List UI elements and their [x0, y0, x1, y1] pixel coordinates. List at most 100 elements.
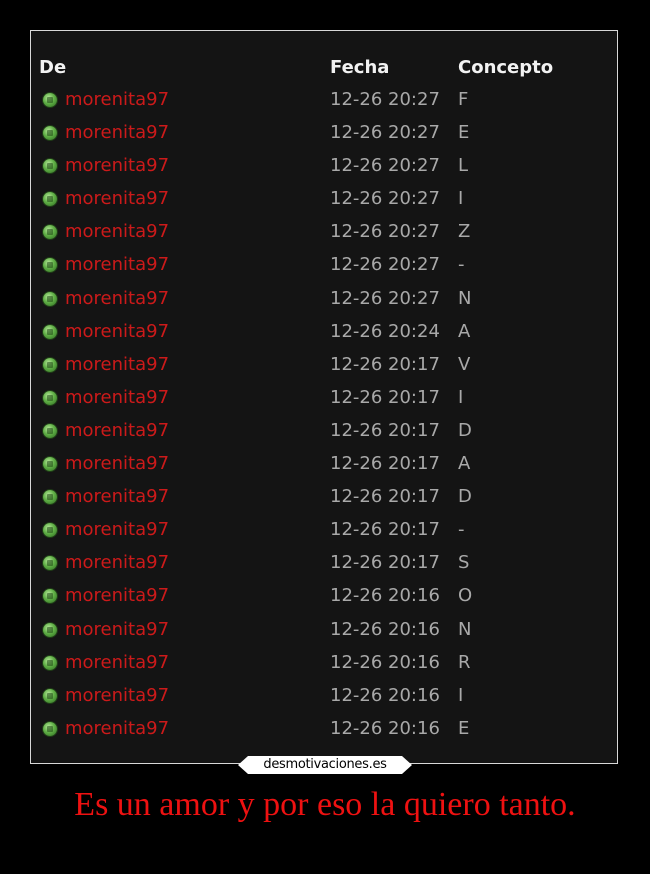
message-date: 12-26 20:27 [330, 155, 440, 177]
sender-link[interactable]: morenita97 [65, 285, 169, 313]
sender-link[interactable]: morenita97 [65, 218, 169, 246]
sender-link[interactable]: morenita97 [65, 417, 169, 445]
message-concept[interactable]: N [458, 616, 471, 644]
message-concept[interactable]: E [458, 715, 469, 743]
message-date: 12-26 20:17 [330, 519, 440, 541]
online-status-icon [43, 225, 57, 240]
message-date: 12-26 20:16 [330, 618, 440, 640]
table-row[interactable]: morenita97 12-26 20:16 E [32, 715, 616, 748]
online-status-icon [43, 622, 57, 637]
online-status-icon [43, 291, 57, 306]
table-row[interactable]: morenita97 12-26 20:27 I [32, 185, 616, 218]
message-date: 12-26 20:17 [330, 386, 440, 408]
sender-link[interactable]: morenita97 [65, 185, 169, 213]
sender-link[interactable]: morenita97 [65, 616, 169, 644]
message-concept[interactable]: O [458, 582, 472, 610]
message-date: 12-26 20:16 [330, 585, 440, 607]
online-status-icon [43, 258, 57, 273]
message-concept[interactable]: A [458, 450, 470, 478]
table-row[interactable]: morenita97 12-26 20:17 S [32, 549, 616, 582]
message-concept[interactable]: D [458, 417, 472, 445]
table-row[interactable]: morenita97 12-26 20:27 E [32, 119, 616, 152]
message-concept[interactable]: - [458, 516, 465, 544]
table-row[interactable]: morenita97 12-26 20:27 Z [32, 218, 616, 251]
watermark-logo: desmotivaciones.es [238, 756, 412, 774]
watermark-text: desmotivaciones.es [263, 757, 387, 772]
sender-link[interactable]: morenita97 [65, 715, 169, 743]
table-row[interactable]: morenita97 12-26 20:16 O [32, 582, 616, 615]
column-header-fecha[interactable]: Fecha [330, 56, 389, 80]
sender-link[interactable]: morenita97 [65, 549, 169, 577]
message-concept[interactable]: I [458, 185, 463, 213]
message-concept[interactable]: D [458, 483, 472, 511]
sender-link[interactable]: morenita97 [65, 384, 169, 412]
message-concept[interactable]: L [458, 152, 468, 180]
table-row[interactable]: morenita97 12-26 20:17 I [32, 384, 616, 417]
table-row[interactable]: morenita97 12-26 20:16 I [32, 682, 616, 715]
table-row[interactable]: morenita97 12-26 20:16 R [32, 649, 616, 682]
online-status-icon [43, 556, 57, 571]
message-date: 12-26 20:27 [330, 122, 440, 144]
message-date: 12-26 20:16 [330, 651, 440, 673]
sender-link[interactable]: morenita97 [65, 682, 169, 710]
online-status-icon [43, 457, 57, 472]
sender-link[interactable]: morenita97 [65, 351, 169, 379]
message-concept[interactable]: I [458, 682, 463, 710]
online-status-icon [43, 324, 57, 339]
table-row[interactable]: morenita97 12-26 20:17 V [32, 351, 616, 384]
message-concept[interactable]: Z [458, 218, 470, 246]
sender-link[interactable]: morenita97 [65, 119, 169, 147]
sender-link[interactable]: morenita97 [65, 483, 169, 511]
message-list: morenita97 12-26 20:27 Fmorenita97 12-26 20… [32, 86, 616, 748]
message-concept[interactable]: V [458, 351, 470, 379]
table-row[interactable]: morenita97 12-26 20:17 D [32, 417, 616, 450]
table-row[interactable]: morenita97 12-26 20:24 A [32, 318, 616, 351]
table-row[interactable]: morenita97 12-26 20:27- [32, 251, 616, 284]
table-row[interactable]: morenita97 12-26 20:27 L [32, 152, 616, 185]
sender-link[interactable]: morenita97 [65, 516, 169, 544]
table-row[interactable]: morenita97 12-26 20:27 F [32, 86, 616, 119]
sender-link[interactable]: morenita97 [65, 318, 169, 346]
message-date: 12-26 20:27 [330, 287, 440, 309]
message-concept[interactable]: - [458, 251, 465, 279]
online-status-icon [43, 192, 57, 207]
message-concept[interactable]: A [458, 318, 470, 346]
message-concept[interactable]: S [458, 549, 469, 577]
screenshot-frame: De Fecha Concepto morenita97 12-26 20:27 F… [30, 30, 618, 764]
sender-link[interactable]: morenita97 [65, 152, 169, 180]
online-status-icon [43, 589, 57, 604]
column-header-concepto[interactable]: Concepto [458, 56, 553, 80]
online-status-icon [43, 93, 57, 107]
column-header-de[interactable]: De [39, 56, 66, 80]
sender-link[interactable]: morenita97 [65, 251, 169, 279]
table-row[interactable]: morenita97 12-26 20:27 N [32, 285, 616, 318]
online-status-icon [43, 159, 57, 174]
online-status-icon [43, 423, 57, 438]
online-status-icon [43, 655, 57, 670]
caption-text: Es un amor y por eso la quiero tanto. [74, 786, 576, 823]
sender-link[interactable]: morenita97 [65, 86, 169, 114]
message-date: 12-26 20:17 [330, 419, 440, 441]
online-status-icon [43, 523, 57, 538]
online-status-icon [43, 126, 57, 141]
table-row[interactable]: morenita97 12-26 20:16 N [32, 616, 616, 649]
sender-link[interactable]: morenita97 [65, 582, 169, 610]
table-row[interactable]: morenita97 12-26 20:17 A [32, 450, 616, 483]
sender-link[interactable]: morenita97 [65, 649, 169, 677]
table-row[interactable]: morenita97 12-26 20:17 D [32, 483, 616, 516]
table-row[interactable]: morenita97 12-26 20:17- [32, 516, 616, 549]
message-date: 12-26 20:17 [330, 453, 440, 475]
message-concept[interactable]: N [458, 285, 471, 313]
message-date: 12-26 20:24 [330, 320, 440, 342]
online-status-icon [43, 357, 57, 372]
message-concept[interactable]: F [458, 86, 468, 114]
message-concept[interactable]: E [458, 119, 469, 147]
sender-link[interactable]: morenita97 [65, 450, 169, 478]
online-status-icon [43, 688, 57, 703]
message-concept[interactable]: I [458, 384, 463, 412]
online-status-icon [43, 490, 57, 505]
message-date: 12-26 20:16 [330, 684, 440, 706]
message-date: 12-26 20:17 [330, 353, 440, 375]
message-concept[interactable]: R [458, 649, 471, 677]
message-date: 12-26 20:17 [330, 486, 440, 508]
